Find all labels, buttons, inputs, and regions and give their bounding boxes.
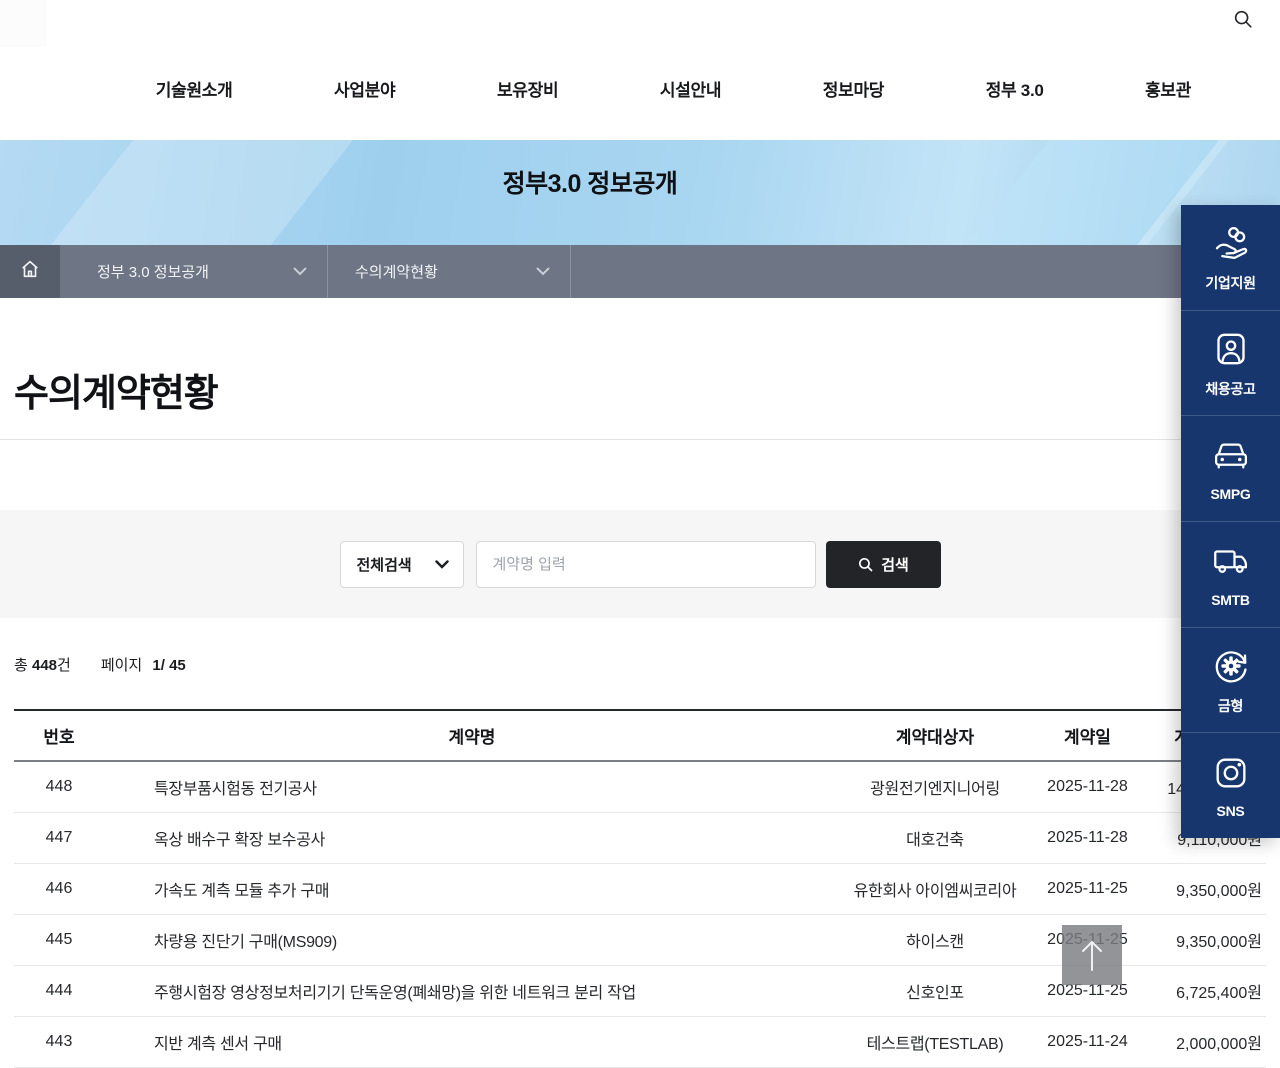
logo-placeholder xyxy=(0,0,47,47)
scroll-to-top-button[interactable] xyxy=(1062,925,1122,985)
nav-item-business[interactable]: 사업분야 xyxy=(334,76,395,101)
cell-date: 2025-11-24 xyxy=(1030,1033,1145,1051)
table-row[interactable]: 448 특장부품시험동 전기공사 광원전기엔지니어링 2025-11-28 14… xyxy=(14,762,1266,813)
banner-title: 정부3.0 정보공개 xyxy=(0,164,1180,200)
cell-contract-name[interactable]: 주행시험장 영상정보처리기기 단독운영(폐쇄망)을 위한 네트워크 분리 작업 xyxy=(104,979,840,1003)
nav-item-pr[interactable]: 홍보관 xyxy=(1145,76,1191,101)
nav-item-about[interactable]: 기술원소개 xyxy=(156,76,233,101)
home-icon xyxy=(19,258,41,285)
chevron-down-icon xyxy=(435,556,449,573)
total-prefix: 총 xyxy=(14,657,28,674)
cell-party: 대호건축 xyxy=(840,826,1030,850)
search-category-select[interactable]: 전체검색 xyxy=(340,541,464,588)
search-category-value: 전체검색 xyxy=(357,554,412,575)
breadcrumb: 정부 3.0 정보공개 수의계약현황 xyxy=(0,245,1280,298)
cell-no: 444 xyxy=(14,982,104,1000)
quick-menu-label: SMTB xyxy=(1211,592,1249,608)
total-count: 448 xyxy=(32,657,57,674)
quick-menu-item-business-support[interactable]: 기업지원 xyxy=(1181,205,1280,311)
page-value: 1/ 45 xyxy=(152,657,185,674)
cell-date: 2025-11-25 xyxy=(1030,880,1145,898)
search-band: 전체검색 검색 xyxy=(0,510,1280,618)
cell-contract-name[interactable]: 차량용 진단기 구매(MS909) xyxy=(104,928,840,952)
main-nav: 기술원소개 사업분야 보유장비 시설안내 정보마당 정부 3.0 홍보관 xyxy=(105,76,1242,101)
cell-party: 신호인포 xyxy=(840,979,1030,1003)
quick-menu: 기업지원 채용공고 SMPG xyxy=(1181,205,1280,838)
cell-date: 2025-11-28 xyxy=(1030,778,1145,796)
table-row[interactable]: 446 가속도 계측 모듈 추가 구매 유한회사 아이엠씨코리아 2025-11… xyxy=(14,864,1266,915)
breadcrumb-menu-gov30[interactable]: 정부 3.0 정보공개 xyxy=(60,245,328,298)
cell-amount: 9,350,000원 xyxy=(1145,877,1266,901)
total-suffix: 건 xyxy=(57,657,71,674)
cell-contract-name[interactable]: 옥상 배수구 확장 보수공사 xyxy=(104,826,840,850)
page-banner: 정부3.0 정보공개 xyxy=(0,140,1280,245)
quick-menu-label: 금형 xyxy=(1218,696,1243,716)
cell-contract-name[interactable]: 가속도 계측 모듈 추가 구매 xyxy=(104,877,840,901)
chevron-down-icon xyxy=(293,267,307,276)
cell-no: 447 xyxy=(14,829,104,847)
chevron-down-icon xyxy=(536,267,550,276)
search-input[interactable] xyxy=(476,541,816,588)
cell-amount: 2,000,000원 xyxy=(1145,1030,1266,1054)
quick-menu-item-smpg[interactable]: SMPG xyxy=(1181,416,1280,522)
quick-menu-label: SMPG xyxy=(1210,486,1250,502)
contracts-table: 번호 계약명 계약대상자 계약일 계약금액 448 특장부품시험동 전기공사 광… xyxy=(14,709,1266,1068)
col-header-party: 계약대상자 xyxy=(840,723,1030,748)
truck-icon xyxy=(1210,541,1252,583)
quick-menu-label: SNS xyxy=(1217,803,1245,819)
table-header-row: 번호 계약명 계약대상자 계약일 계약금액 xyxy=(14,711,1266,762)
cell-no: 445 xyxy=(14,931,104,949)
home-button[interactable] xyxy=(0,245,60,298)
quick-menu-item-mold[interactable]: 금형 xyxy=(1181,628,1280,734)
nav-item-info[interactable]: 정보마당 xyxy=(823,76,884,101)
col-header-no: 번호 xyxy=(14,723,104,748)
gear-refresh-icon xyxy=(1210,645,1252,687)
nav-item-equipment[interactable]: 보유장비 xyxy=(497,76,558,101)
breadcrumb-menu-contracts[interactable]: 수의계약현황 xyxy=(328,245,571,298)
cell-party: 광원전기엔지니어링 xyxy=(840,775,1030,799)
top-header: 기술원소개 사업분야 보유장비 시설안내 정보마당 정부 3.0 홍보관 xyxy=(0,0,1280,140)
page-label: 페이지 xyxy=(101,657,142,674)
car-icon xyxy=(1210,435,1252,477)
page-indicator: 페이지 1/ 45 xyxy=(101,654,186,675)
col-header-date: 계약일 xyxy=(1030,723,1145,748)
search-button[interactable]: 검색 xyxy=(826,541,941,588)
cell-party: 테스트랩(TESTLAB) xyxy=(840,1030,1030,1054)
instagram-icon xyxy=(1211,752,1251,794)
table-row[interactable]: 443 지반 계측 센서 구매 테스트랩(TESTLAB) 2025-11-24… xyxy=(14,1017,1266,1068)
id-card-icon xyxy=(1211,328,1251,370)
title-divider xyxy=(0,439,1280,440)
cell-no: 443 xyxy=(14,1033,104,1051)
breadcrumb-label: 정부 3.0 정보공개 xyxy=(97,261,209,282)
hand-coins-icon xyxy=(1210,222,1252,264)
nav-item-gov30[interactable]: 정부 3.0 xyxy=(986,76,1044,101)
search-button-label: 검색 xyxy=(881,554,909,575)
cell-date: 2025-11-28 xyxy=(1030,829,1145,847)
cell-party: 유한회사 아이엠씨코리아 xyxy=(840,877,1030,901)
search-icon[interactable] xyxy=(1232,8,1254,30)
quick-menu-label: 기업지원 xyxy=(1205,273,1255,293)
quick-menu-label: 채용공고 xyxy=(1205,379,1255,399)
arrow-up-icon xyxy=(1077,937,1107,973)
cell-contract-name[interactable]: 지반 계측 센서 구매 xyxy=(104,1030,840,1054)
quick-menu-item-sns[interactable]: SNS xyxy=(1181,733,1280,838)
cell-no: 446 xyxy=(14,880,104,898)
cell-party: 하이스캔 xyxy=(840,928,1030,952)
table-row[interactable]: 447 옥상 배수구 확장 보수공사 대호건축 2025-11-28 9,110… xyxy=(14,813,1266,864)
breadcrumb-label: 수의계약현황 xyxy=(355,261,438,282)
cell-no: 448 xyxy=(14,778,104,796)
quick-menu-item-recruitment[interactable]: 채용공고 xyxy=(1181,311,1280,417)
cell-amount: 6,725,400원 xyxy=(1145,979,1266,1003)
nav-item-facility[interactable]: 시설안내 xyxy=(660,76,721,101)
search-icon xyxy=(857,556,874,573)
cell-contract-name[interactable]: 특장부품시험동 전기공사 xyxy=(104,775,840,799)
total-count-text: 총 448건 xyxy=(14,654,71,675)
results-info: 총 448건 페이지 1/ 45 xyxy=(14,654,1266,675)
page-title: 수의계약현황 xyxy=(14,362,1266,417)
cell-amount: 9,350,000원 xyxy=(1145,928,1266,952)
col-header-name: 계약명 xyxy=(104,723,840,748)
quick-menu-item-smtb[interactable]: SMTB xyxy=(1181,522,1280,628)
